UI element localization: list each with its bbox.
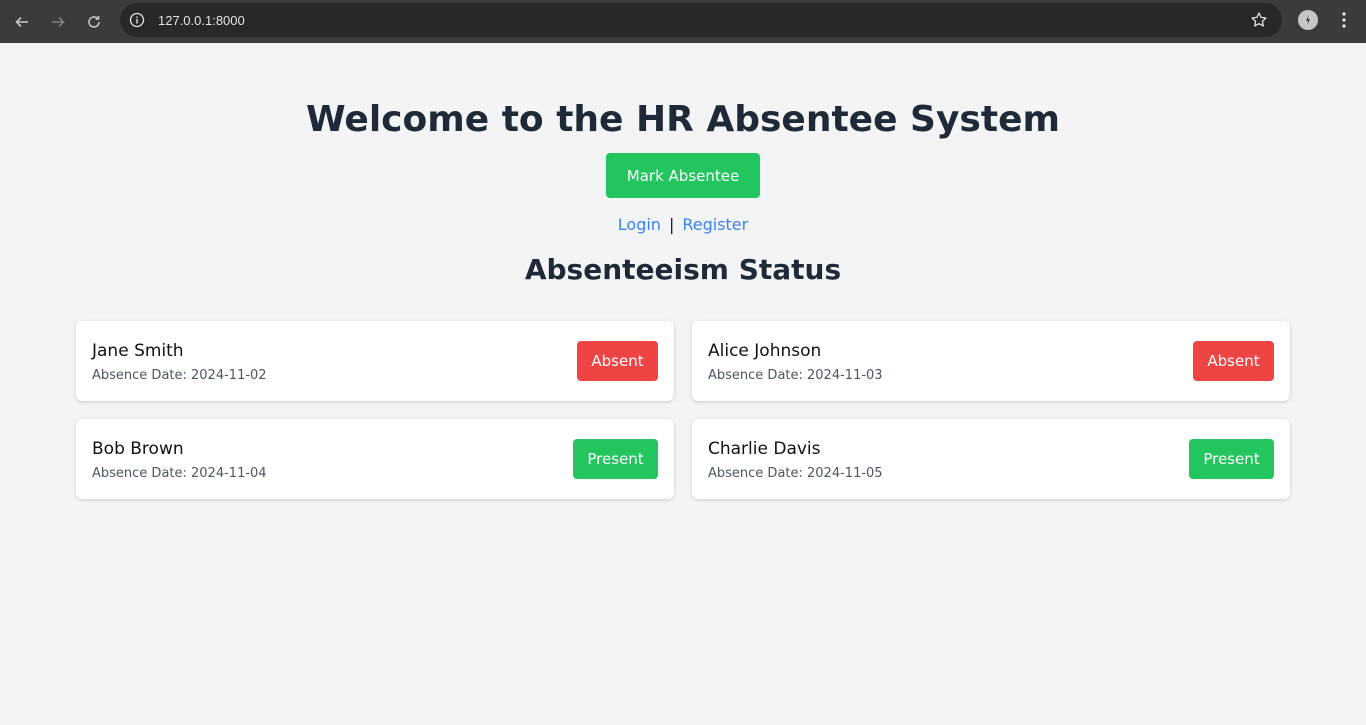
employee-card: Alice Johnson Absence Date: 2024-11-03 A…: [692, 321, 1290, 401]
status-button-present[interactable]: Present: [1189, 439, 1274, 479]
back-button[interactable]: [4, 4, 40, 40]
kebab-menu-icon[interactable]: [1334, 10, 1354, 30]
employee-name: Charlie Davis: [708, 439, 821, 459]
login-link[interactable]: Login: [618, 215, 661, 234]
browser-toolbar: 127.0.0.1:8000: [0, 0, 1366, 43]
url-text[interactable]: 127.0.0.1:8000: [158, 13, 245, 28]
register-link[interactable]: Register: [682, 215, 748, 234]
reload-icon: [88, 15, 100, 28]
extension-icon[interactable]: [1298, 10, 1318, 30]
absence-date: Absence Date: 2024-11-03: [708, 368, 883, 383]
employee-name: Bob Brown: [92, 439, 184, 459]
absence-date: Absence Date: 2024-11-02: [92, 368, 267, 383]
arrow-left-icon: [15, 16, 28, 27]
mark-absentee-button[interactable]: Mark Absentee: [606, 153, 760, 198]
info-icon[interactable]: [128, 11, 146, 29]
link-separator: |: [668, 215, 675, 234]
auth-links: Login | Register: [0, 215, 1366, 234]
section-title: Absenteeism Status: [524, 253, 842, 286]
page-title: Welcome to the HR Absentee System: [306, 99, 1060, 140]
employee-card: Jane Smith Absence Date: 2024-11-02 Abse…: [76, 321, 674, 401]
forward-button[interactable]: [40, 4, 76, 40]
absence-date: Absence Date: 2024-11-05: [708, 466, 883, 481]
arrow-right-icon: [52, 16, 65, 27]
star-icon[interactable]: [1250, 11, 1268, 29]
employee-name: Alice Johnson: [708, 341, 822, 361]
reload-button[interactable]: [76, 4, 112, 40]
employee-card: Charlie Davis Absence Date: 2024-11-05 P…: [692, 419, 1290, 499]
status-button-absent[interactable]: Absent: [1193, 341, 1274, 381]
page-body: Welcome to the HR Absentee System Mark A…: [0, 43, 1366, 725]
status-button-absent[interactable]: Absent: [577, 341, 658, 381]
status-button-present[interactable]: Present: [573, 439, 658, 479]
employee-card: Bob Brown Absence Date: 2024-11-04 Prese…: [76, 419, 674, 499]
employee-name: Jane Smith: [92, 341, 184, 361]
absence-date: Absence Date: 2024-11-04: [92, 466, 267, 481]
address-bar[interactable]: 127.0.0.1:8000: [120, 3, 1282, 37]
employee-grid: Jane Smith Absence Date: 2024-11-02 Abse…: [76, 321, 1290, 499]
